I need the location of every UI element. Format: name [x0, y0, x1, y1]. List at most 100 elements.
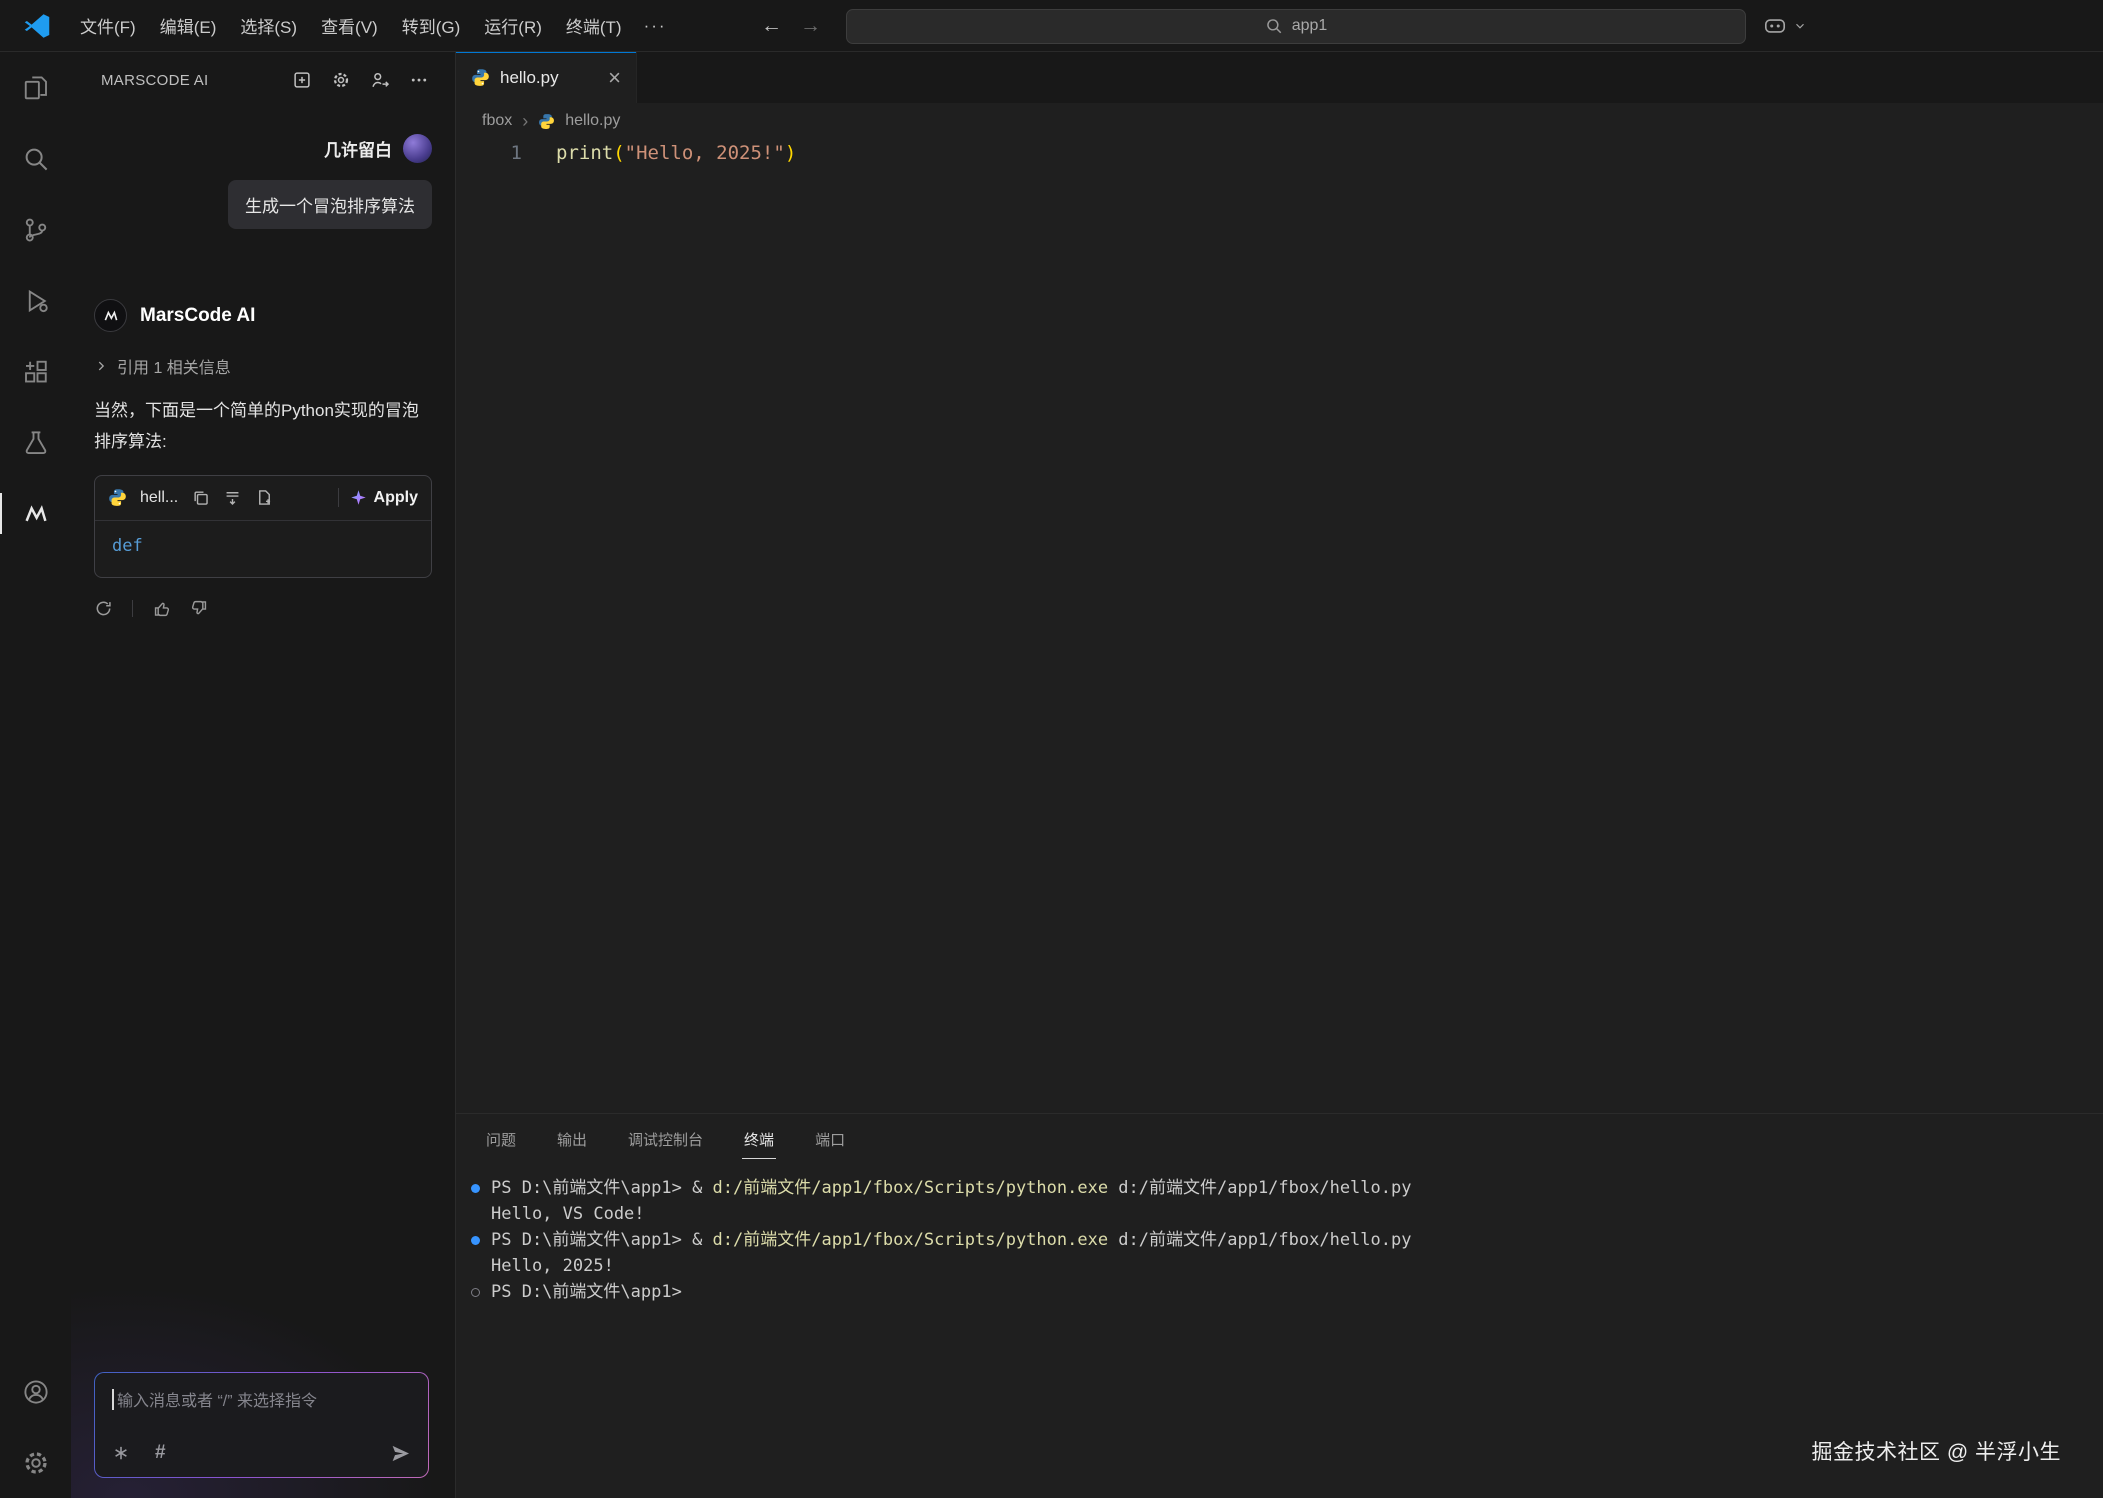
- terminal-text-segment: Hello, VS Code!: [491, 1201, 645, 1227]
- activity-bar: [0, 52, 71, 1498]
- more-actions-icon[interactable]: [409, 70, 429, 90]
- nav-forward-button[interactable]: →: [791, 14, 830, 38]
- sidebar-header: MARSCODE AI: [71, 52, 455, 108]
- apply-button[interactable]: Apply: [350, 489, 418, 507]
- reference-toggle[interactable]: 引用 1 相关信息: [94, 354, 432, 378]
- menu-item-6[interactable]: 终端(T): [554, 6, 634, 45]
- panel-tabs: 问题 输出 调试控制台 终端 端口: [456, 1114, 2103, 1166]
- share-user-icon[interactable]: [370, 70, 390, 90]
- code-token: (: [613, 142, 624, 164]
- watermark-text: 掘金技术社区 @ 半浮小生: [1812, 1436, 2062, 1466]
- terminal-output[interactable]: PS D:\前端文件\app1> & d:/前端文件/app1/fbox/Scr…: [456, 1175, 2103, 1305]
- chevron-down-icon[interactable]: [1793, 19, 1807, 33]
- insert-into-file-icon[interactable]: [255, 488, 274, 507]
- copilot-icon[interactable]: [1762, 13, 1788, 39]
- terminal-line: PS D:\前端文件\app1>: [471, 1279, 2103, 1305]
- thumbs-up-icon[interactable]: [152, 599, 171, 618]
- terminal-text-segment: PS D:\前端文件\app1>: [491, 1175, 692, 1201]
- commands-icon[interactable]: [112, 1444, 130, 1462]
- breadcrumb-file[interactable]: hello.py: [565, 112, 620, 130]
- copy-icon[interactable]: [191, 488, 210, 507]
- panel-tab-终端[interactable]: 终端: [742, 1122, 776, 1159]
- terminal-text-segment: PS D:\前端文件\app1>: [491, 1279, 682, 1305]
- menu-item-0[interactable]: 文件(F): [68, 6, 148, 45]
- source-control-icon[interactable]: [0, 194, 71, 265]
- insert-at-cursor-icon[interactable]: [223, 488, 242, 507]
- settings-gear-icon[interactable]: [0, 1427, 71, 1498]
- terminal-command-marker-icon: [471, 1236, 480, 1245]
- marscode-ai-icon[interactable]: [0, 478, 71, 549]
- gear-icon[interactable]: [331, 70, 351, 90]
- user-name: 几许留白: [324, 136, 392, 161]
- run-and-debug-icon[interactable]: [0, 265, 71, 336]
- sidebar-title: MARSCODE AI: [101, 72, 292, 89]
- terminal-line: PS D:\前端文件\app1> & d:/前端文件/app1/fbox/Scr…: [471, 1227, 2103, 1253]
- code-line-tokens: print("Hello, 2025!"): [556, 142, 796, 164]
- editor-group: hello.py × fbox › hello.py 1 print("Hell…: [456, 52, 2103, 1498]
- title-bar-right: [1762, 0, 1807, 52]
- search-sidebar-icon[interactable]: [0, 123, 71, 194]
- testing-icon[interactable]: [0, 407, 71, 478]
- code-snippet-card: hell...: [94, 475, 432, 578]
- nav-back-button[interactable]: ←: [752, 14, 791, 38]
- menu-item-3[interactable]: 查看(V): [309, 6, 390, 45]
- divider: [338, 488, 339, 507]
- menu-item-4[interactable]: 转到(G): [390, 6, 473, 45]
- terminal-command-marker-icon: [471, 1288, 480, 1297]
- terminal-text-segment: &: [692, 1227, 712, 1253]
- code-card-body: def: [95, 521, 431, 577]
- chat-thread: 几许留白 生成一个冒泡排序算法 MarsCode AI 引用 1: [71, 108, 455, 618]
- terminal-text-segment: d:/前端文件/app1/fbox/Scripts/python.exe: [713, 1227, 1109, 1253]
- user-avatar[interactable]: [403, 134, 432, 163]
- text-cursor: [112, 1389, 114, 1410]
- menu-bar: 文件(F)编辑(E)选择(S)查看(V)转到(G)运行(R)终端(T): [68, 6, 634, 45]
- terminal-text-segment: &: [692, 1175, 712, 1201]
- tab-hello-py[interactable]: hello.py ×: [456, 52, 637, 103]
- breadcrumb-folder[interactable]: fbox: [482, 112, 512, 130]
- regenerate-icon[interactable]: [94, 599, 113, 618]
- thumbs-down-icon[interactable]: [190, 599, 209, 618]
- breadcrumb: fbox › hello.py: [456, 103, 2103, 139]
- new-chat-icon[interactable]: [292, 70, 312, 90]
- tab-bar: hello.py ×: [456, 52, 2103, 103]
- panel-tab-问题[interactable]: 问题: [484, 1122, 518, 1158]
- code-editor[interactable]: 1 print("Hello, 2025!"): [456, 139, 2103, 1113]
- vscode-window: 文件(F)编辑(E)选择(S)查看(V)转到(G)运行(R)终端(T) ··· …: [0, 0, 2103, 1498]
- menu-item-1[interactable]: 编辑(E): [148, 6, 229, 45]
- tab-label: hello.py: [500, 68, 559, 88]
- command-center-search[interactable]: app1: [846, 9, 1746, 44]
- title-bar-center: ← → app1: [752, 0, 1746, 52]
- menu-more-button[interactable]: ···: [634, 9, 677, 43]
- explorer-icon[interactable]: [0, 52, 71, 123]
- tab-close-icon[interactable]: ×: [608, 67, 621, 89]
- chat-input-placeholder: 输入消息或者 “/” 来选择指令: [112, 1387, 411, 1411]
- panel-tab-端口[interactable]: 端口: [813, 1122, 847, 1158]
- terminal-text-segment: PS D:\前端文件\app1>: [491, 1227, 692, 1253]
- user-row: 几许留白: [94, 134, 432, 163]
- activity-bar-spacer: [0, 549, 71, 1356]
- workbench: MARSCODE AI: [0, 52, 2103, 1498]
- answer-actions: [94, 599, 432, 618]
- menu-item-5[interactable]: 运行(R): [472, 6, 554, 45]
- chat-input-box[interactable]: 输入消息或者 “/” 来选择指令 #: [94, 1372, 429, 1478]
- extensions-icon[interactable]: [0, 336, 71, 407]
- context-hash-icon[interactable]: #: [155, 1442, 166, 1464]
- menu-item-2[interactable]: 选择(S): [228, 6, 309, 45]
- python-file-icon: [471, 68, 490, 87]
- terminal-text-segment: Hello, 2025!: [491, 1253, 614, 1279]
- code-card-header: hell...: [95, 476, 431, 521]
- apply-label: Apply: [374, 489, 418, 507]
- divider: [132, 600, 133, 617]
- vscode-logo-icon: [22, 11, 52, 41]
- terminal-text-segment: d:/前端文件/app1/fbox/hello.py: [1108, 1227, 1411, 1253]
- panel-tab-输出[interactable]: 输出: [555, 1122, 589, 1158]
- send-icon[interactable]: [390, 1443, 411, 1464]
- reference-label: 引用 1 相关信息: [117, 354, 231, 378]
- marscode-logo-icon: [94, 299, 127, 332]
- assistant-answer-text: 当然，下面是一个简单的Python实现的冒泡排序算法:: [94, 395, 432, 458]
- user-message-bubble: 生成一个冒泡排序算法: [228, 180, 432, 229]
- code-line-1: 1 print("Hello, 2025!"): [456, 139, 2103, 166]
- code-token: "Hello, 2025!": [625, 142, 785, 164]
- account-icon[interactable]: [0, 1356, 71, 1427]
- panel-tab-调试控制台[interactable]: 调试控制台: [626, 1122, 705, 1158]
